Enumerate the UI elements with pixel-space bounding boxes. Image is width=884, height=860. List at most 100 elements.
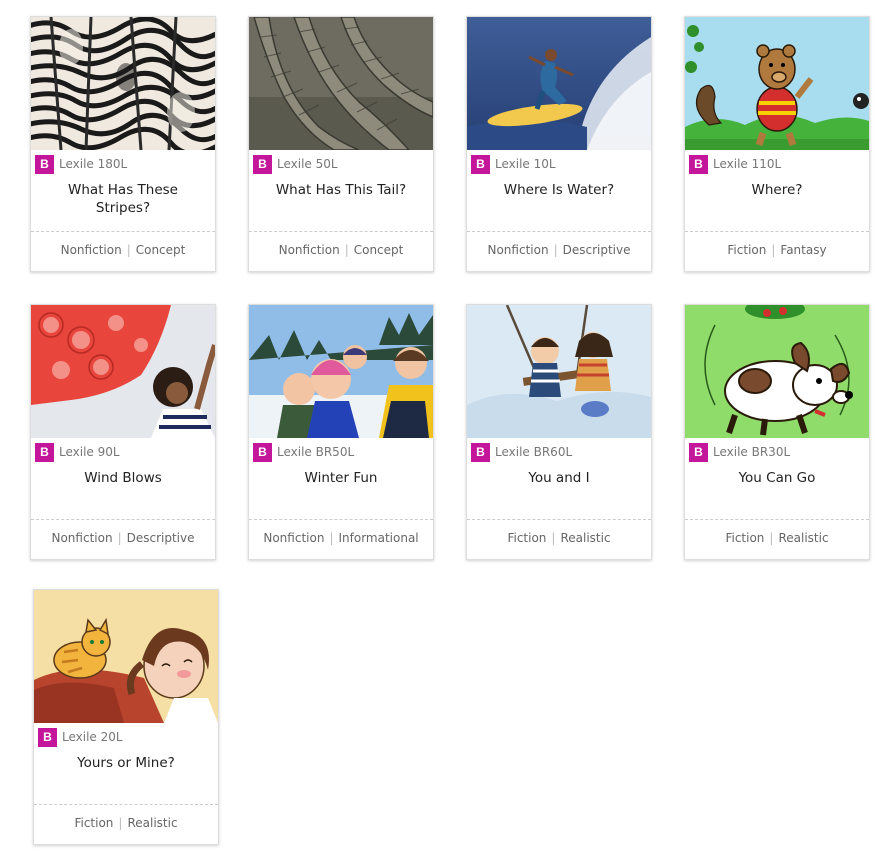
level-badge: B: [689, 154, 708, 174]
divider: [31, 519, 215, 520]
girl-with-scarf-cover-image[interactable]: [31, 305, 215, 438]
alligator-tail-cover-image[interactable]: [249, 17, 433, 150]
book-card[interactable]: B Lexile 180L What Has These Stripes? No…: [30, 16, 216, 272]
separator: |: [769, 531, 774, 545]
lexile-label: Lexile BR50L: [277, 445, 355, 459]
separator: |: [126, 243, 131, 257]
subgenre-label: Descriptive: [562, 243, 631, 257]
book-title[interactable]: Yours or Mine?: [42, 754, 210, 772]
genre-tags: Nonfiction | Descriptive: [31, 531, 215, 545]
divider: [467, 231, 651, 232]
girl-and-cat-cover-image[interactable]: [34, 590, 218, 723]
lexile-label: Lexile 20L: [62, 730, 123, 744]
level-badge: B: [689, 442, 708, 462]
genre-tags: Fiction | Fantasy: [685, 243, 869, 257]
lexile-label: Lexile 10L: [495, 157, 556, 171]
lexile-label: Lexile 50L: [277, 157, 338, 171]
level-badge: B: [253, 442, 272, 462]
genre-label: Fiction: [74, 816, 114, 830]
lexile-label: Lexile 180L: [59, 157, 128, 171]
separator: |: [551, 531, 556, 545]
book-card[interactable]: B Lexile 110L Where? Fiction | Fantasy: [684, 16, 870, 272]
zebras-cover-image[interactable]: [31, 17, 215, 150]
cartoon-dog-cover-image[interactable]: [685, 305, 869, 438]
book-grid: B Lexile 180L What Has These Stripes? No…: [0, 0, 884, 860]
lexile-label: Lexile 110L: [713, 157, 782, 171]
book-card[interactable]: B Lexile 20L Yours or Mine? Fiction | Real…: [33, 589, 219, 845]
separator: |: [117, 531, 122, 545]
divider: [249, 231, 433, 232]
genre-tags: Nonfiction | Descriptive: [467, 243, 651, 257]
level-row: B Lexile 110L: [689, 154, 781, 174]
genre-label: Nonfiction: [278, 243, 340, 257]
book-title[interactable]: What Has These Stripes?: [39, 181, 207, 217]
separator: |: [329, 531, 334, 545]
genre-label: Fiction: [727, 243, 767, 257]
lexile-label: Lexile BR30L: [713, 445, 791, 459]
level-row: B Lexile BR50L: [253, 442, 354, 462]
divider: [249, 519, 433, 520]
genre-tags: Fiction | Realistic: [34, 816, 218, 830]
book-title[interactable]: You Can Go: [693, 469, 861, 487]
subgenre-label: Realistic: [560, 531, 611, 545]
subgenre-label: Concept: [135, 243, 186, 257]
book-card[interactable]: B Lexile BR50L Winter Fun Nonfiction | Inf…: [248, 304, 434, 560]
genre-tags: Nonfiction | Concept: [31, 243, 215, 257]
book-card[interactable]: B Lexile BR30L You Can Go Fiction | Realis…: [684, 304, 870, 560]
divider: [467, 519, 651, 520]
book-title[interactable]: Wind Blows: [39, 469, 207, 487]
genre-tags: Nonfiction | Concept: [249, 243, 433, 257]
book-card[interactable]: B Lexile 10L Where Is Water? Nonfiction |…: [466, 16, 652, 272]
book-title[interactable]: Where Is Water?: [475, 181, 643, 199]
level-badge: B: [471, 442, 490, 462]
separator: |: [553, 243, 558, 257]
level-row: B Lexile 50L: [253, 154, 338, 174]
surfer-cover-image[interactable]: [467, 17, 651, 150]
book-card[interactable]: B Lexile 90L Wind Blows Nonfiction | Descr…: [30, 304, 216, 560]
genre-tags: Nonfiction | Informational: [249, 531, 433, 545]
level-badge: B: [35, 442, 54, 462]
level-badge: B: [253, 154, 272, 174]
lexile-label: Lexile 90L: [59, 445, 120, 459]
level-row: B Lexile 180L: [35, 154, 127, 174]
genre-label: Nonfiction: [263, 531, 325, 545]
kids-on-swing-cover-image[interactable]: [467, 305, 651, 438]
genre-tags: Fiction | Realistic: [467, 531, 651, 545]
subgenre-label: Informational: [338, 531, 419, 545]
level-row: B Lexile BR60L: [471, 442, 572, 462]
book-card[interactable]: B Lexile BR60L You and I Fiction | Realist…: [466, 304, 652, 560]
genre-label: Nonfiction: [60, 243, 122, 257]
subgenre-label: Fantasy: [780, 243, 827, 257]
subgenre-label: Descriptive: [126, 531, 195, 545]
book-title[interactable]: Winter Fun: [257, 469, 425, 487]
level-badge: B: [471, 154, 490, 174]
genre-tags: Fiction | Realistic: [685, 531, 869, 545]
subgenre-label: Concept: [353, 243, 404, 257]
kids-in-snow-cover-image[interactable]: [249, 305, 433, 438]
book-title[interactable]: You and I: [475, 469, 643, 487]
divider: [685, 231, 869, 232]
book-card[interactable]: B Lexile 50L What Has This Tail? Nonfict…: [248, 16, 434, 272]
genre-label: Fiction: [725, 531, 765, 545]
level-row: B Lexile 20L: [38, 727, 123, 747]
divider: [31, 231, 215, 232]
book-title[interactable]: What Has This Tail?: [257, 181, 425, 199]
subgenre-label: Realistic: [127, 816, 178, 830]
genre-label: Fiction: [507, 531, 547, 545]
genre-label: Nonfiction: [51, 531, 113, 545]
level-row: B Lexile 90L: [35, 442, 120, 462]
cartoon-bear-cover-image[interactable]: [685, 17, 869, 150]
genre-label: Nonfiction: [487, 243, 549, 257]
level-row: B Lexile BR30L: [689, 442, 790, 462]
separator: |: [118, 816, 123, 830]
divider: [34, 804, 218, 805]
separator: |: [344, 243, 349, 257]
subgenre-label: Realistic: [778, 531, 829, 545]
level-badge: B: [38, 727, 57, 747]
divider: [685, 519, 869, 520]
separator: |: [771, 243, 776, 257]
lexile-label: Lexile BR60L: [495, 445, 573, 459]
level-badge: B: [35, 154, 54, 174]
book-title[interactable]: Where?: [693, 181, 861, 199]
level-row: B Lexile 10L: [471, 154, 556, 174]
